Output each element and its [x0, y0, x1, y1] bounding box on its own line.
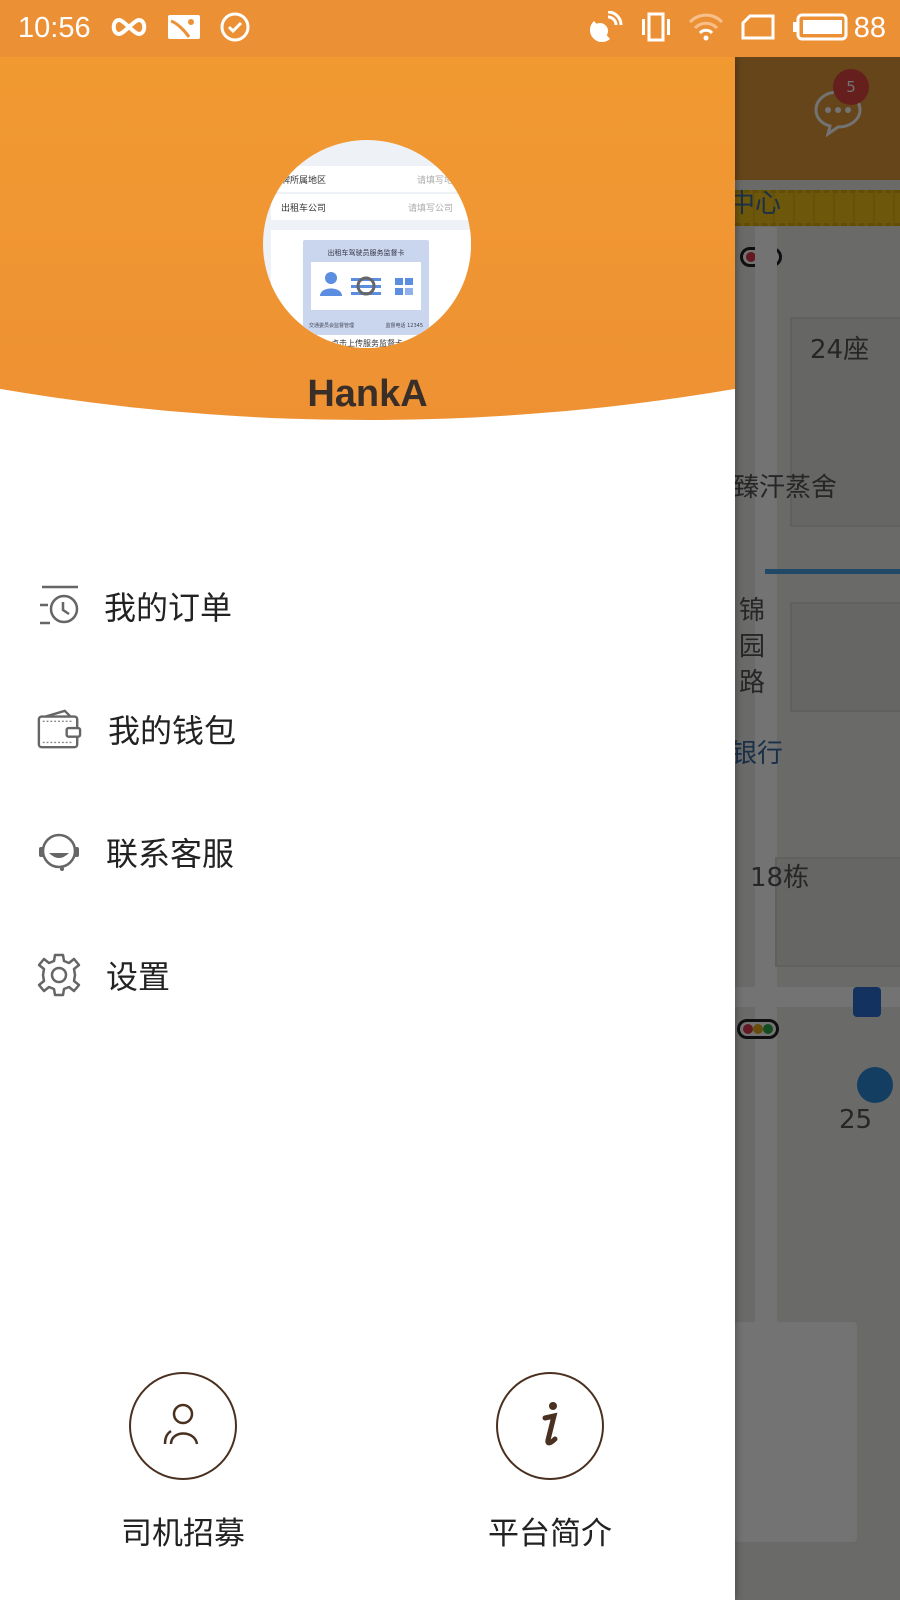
satellite-icon — [589, 10, 624, 47]
avatar[interactable]: 牌所属地区 请填写地 出租车公司 请填写公司 出租车驾驶员服务监督卡 交通委员会… — [263, 140, 471, 348]
sim-card-icon — [740, 13, 776, 45]
status-time: 10:56 — [18, 12, 91, 44]
drawer-scrim-overlay[interactable] — [735, 57, 900, 1600]
battery-icon — [792, 12, 848, 46]
id-card-icon — [320, 272, 413, 296]
avatar-preview-row: 出租车公司 请填写公司 — [271, 194, 471, 220]
menu-item-settings[interactable]: 设置 — [0, 930, 735, 1020]
info-icon — [535, 1398, 565, 1454]
navigation-drawer: 牌所属地区 请填写地 出租车公司 请填写公司 出租车驾驶员服务监督卡 交通委员会… — [0, 57, 735, 1600]
battery-percent: 88 — [853, 12, 886, 44]
gear-icon — [36, 952, 82, 998]
avatar-preview-card: 出租车驾驶员服务监督卡 交通委员会监督管理 监督电话 12345 — [303, 240, 429, 335]
menu-item-label: 我的钱包 — [108, 712, 237, 750]
status-bar: 10:56 88 — [0, 0, 900, 57]
wifi-icon — [688, 12, 724, 46]
platform-intro-label: 平台简介 — [488, 1516, 612, 1552]
customer-service-headset-icon — [36, 829, 82, 875]
platform-intro-button[interactable]: 平台简介 — [460, 1372, 640, 1553]
user-name: HankA — [307, 373, 428, 415]
check-circle-icon — [219, 11, 251, 47]
menu-item-label: 设置 — [106, 958, 171, 996]
menu-item-customer-service[interactable]: 联系客服 — [0, 807, 735, 897]
infinity-icon — [109, 15, 149, 43]
order-history-icon — [36, 583, 82, 629]
menu-item-label: 我的订单 — [104, 589, 233, 627]
wallet-icon — [36, 706, 82, 752]
driver-recruit-button[interactable]: 司机招募 — [93, 1372, 273, 1553]
menu-item-label: 联系客服 — [106, 835, 235, 873]
menu-item-my-orders[interactable]: 我的订单 — [0, 561, 735, 651]
menu-item-my-wallet[interactable]: 我的钱包 — [0, 684, 735, 774]
image-icon — [167, 13, 201, 45]
background-map[interactable]: 5 中心 24座 臻汗蒸舍 锦园路 银行 18栋 25 — [735, 57, 900, 1600]
vibrate-icon — [640, 11, 672, 47]
avatar-preview-row: 牌所属地区 请填写地 — [271, 166, 471, 192]
driver-recruit-icon — [161, 1400, 205, 1452]
driver-recruit-label: 司机招募 — [121, 1516, 245, 1552]
